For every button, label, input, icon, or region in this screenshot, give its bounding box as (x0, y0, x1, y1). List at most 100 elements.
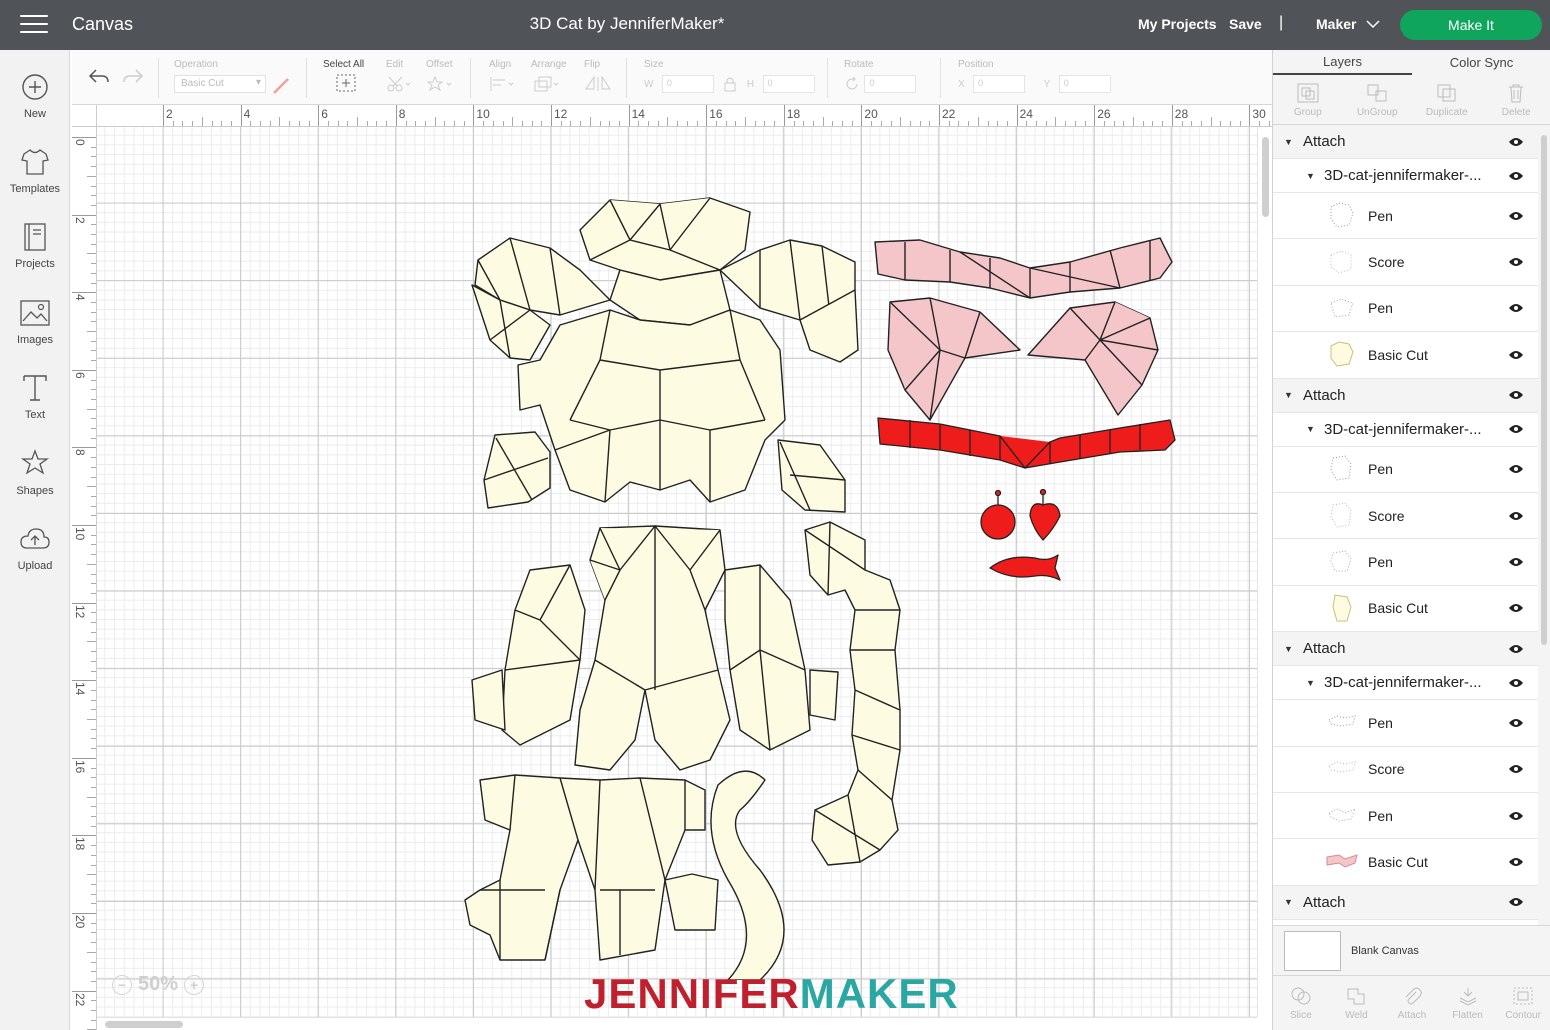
cat-pattern-artwork[interactable] (460, 190, 1180, 980)
visibility-eye-icon[interactable] (1508, 464, 1524, 474)
duplicate-button[interactable]: Duplicate (1412, 75, 1482, 124)
my-projects-button[interactable]: My Projects (1138, 16, 1217, 32)
align-group[interactable]: Align (489, 59, 517, 98)
linetype-color-icon[interactable] (272, 77, 290, 95)
visibility-eye-icon[interactable] (1508, 257, 1524, 267)
visibility-eye-icon[interactable] (1508, 171, 1524, 181)
red-pieces[interactable] (877, 417, 1176, 581)
collapse-triangle-icon[interactable]: ▼ (1306, 171, 1315, 181)
layer-item-row[interactable]: Pen (1273, 193, 1538, 240)
layer-item-row[interactable]: Score (1273, 747, 1538, 793)
sidebar-item-label: Text (24, 409, 46, 421)
visibility-eye-icon[interactable] (1508, 857, 1524, 867)
visibility-eye-icon[interactable] (1508, 644, 1524, 654)
attach-button[interactable]: Attach (1384, 976, 1440, 1030)
layer-group-row[interactable]: ▼ Attach (1273, 125, 1538, 159)
visibility-eye-icon[interactable] (1508, 424, 1524, 434)
visibility-eye-icon[interactable] (1508, 557, 1524, 567)
height-input[interactable]: 0 (762, 75, 815, 93)
offset-group[interactable]: Offset (426, 59, 454, 98)
layer-item-row[interactable]: Basic Cut (1273, 586, 1538, 633)
sidebar-item-upload[interactable]: Upload (0, 522, 70, 592)
layer-group-row[interactable]: ▼ Attach (1273, 378, 1538, 413)
position-y-input[interactable]: 0 (1058, 75, 1111, 93)
pink-pieces[interactable] (874, 237, 1173, 421)
layer-item-row[interactable]: Pen (1273, 539, 1538, 586)
flatten-button[interactable]: Flatten (1440, 976, 1496, 1030)
visibility-eye-icon[interactable] (1508, 350, 1524, 360)
visibility-eye-icon[interactable] (1508, 137, 1524, 147)
slice-button[interactable]: Slice (1273, 976, 1329, 1030)
layer-file-row[interactable]: ▼ 3D-cat-jennifermaker-... (1273, 413, 1538, 447)
visibility-eye-icon[interactable] (1508, 390, 1524, 400)
collapse-triangle-icon[interactable]: ▼ (1284, 644, 1293, 654)
scroll-thumb[interactable] (1262, 137, 1269, 217)
operation-select[interactable]: Basic Cut (174, 75, 266, 93)
scroll-thumb[interactable] (1541, 135, 1547, 645)
tab-layers[interactable]: Layers (1273, 50, 1412, 75)
visibility-eye-icon[interactable] (1508, 303, 1524, 313)
machine-select[interactable]: Maker (1316, 16, 1380, 32)
layer-item-row[interactable]: Pen (1273, 700, 1538, 747)
tab-color-sync[interactable]: Color Sync (1412, 50, 1550, 75)
group-button[interactable]: Group (1273, 75, 1343, 124)
undo-icon[interactable] (88, 68, 110, 84)
layer-file-row[interactable]: ▼ 3D-cat-jennifermaker-... (1273, 159, 1538, 193)
collapse-triangle-icon[interactable]: ▼ (1306, 678, 1315, 688)
layer-item-row[interactable]: Pen (1273, 793, 1538, 840)
collapse-triangle-icon[interactable]: ▼ (1284, 390, 1293, 400)
contour-button[interactable]: Contour (1495, 976, 1550, 1030)
sidebar-item-shapes[interactable]: Shapes (0, 447, 70, 517)
select-all-group[interactable]: Select All (323, 59, 364, 97)
layer-group-row[interactable]: ▼ Attach (1273, 632, 1538, 667)
make-it-button[interactable]: Make It (1400, 10, 1542, 40)
sidebar-item-text[interactable]: Text (0, 371, 70, 441)
visibility-eye-icon[interactable] (1508, 603, 1524, 613)
layers-scrollbar[interactable] (1538, 125, 1550, 925)
layer-item-row[interactable]: Basic Cut (1273, 332, 1538, 379)
zoom-in-button[interactable]: + (184, 974, 205, 995)
canvas-horizontal-scrollbar[interactable] (97, 1017, 1257, 1030)
blank-canvas-swatch[interactable] (1284, 931, 1341, 971)
visibility-eye-icon[interactable] (1508, 897, 1524, 907)
cream-pieces[interactable] (464, 197, 901, 980)
ruler-tick (87, 331, 96, 332)
position-x-input[interactable]: 0 (973, 75, 1026, 93)
layer-item-row[interactable]: Basic Cut (1273, 839, 1538, 886)
sidebar-item-templates[interactable]: Templates (0, 145, 70, 215)
redo-icon[interactable] (122, 68, 144, 84)
layer-item-row[interactable]: Score (1273, 493, 1538, 540)
layer-group-row[interactable]: ▼ Attach (1273, 885, 1538, 920)
ungroup-button[interactable]: UnGroup (1343, 75, 1413, 124)
layer-item-row[interactable]: Pen (1273, 447, 1538, 493)
sidebar-item-images[interactable]: Images (0, 296, 70, 366)
sidebar-item-projects[interactable]: Projects (0, 220, 70, 290)
delete-button[interactable]: Delete (1482, 75, 1550, 124)
collapse-triangle-icon[interactable]: ▼ (1284, 897, 1293, 907)
visibility-eye-icon[interactable] (1508, 811, 1524, 821)
visibility-eye-icon[interactable] (1508, 764, 1524, 774)
zoom-out-button[interactable]: − (112, 974, 132, 995)
layer-file-row[interactable]: ▼ 3D-cat-jennifermaker-... (1273, 666, 1538, 701)
rotate-input[interactable]: 0 (864, 75, 917, 93)
scroll-thumb[interactable] (105, 1021, 183, 1028)
visibility-eye-icon[interactable] (1508, 678, 1524, 688)
visibility-eye-icon[interactable] (1508, 511, 1524, 521)
visibility-eye-icon[interactable] (1508, 718, 1524, 728)
collapse-triangle-icon[interactable]: ▼ (1306, 424, 1315, 434)
lock-icon[interactable] (724, 76, 736, 92)
visibility-eye-icon[interactable] (1508, 211, 1524, 221)
layer-item-row[interactable]: Pen (1273, 286, 1538, 333)
weld-button[interactable]: Weld (1329, 976, 1385, 1030)
arrange-group[interactable]: Arrange (531, 59, 567, 98)
edit-group[interactable]: Edit (386, 59, 412, 98)
sidebar-item-new[interactable]: New (0, 70, 70, 140)
width-input[interactable]: 0 (661, 75, 714, 93)
ruler-tick (91, 816, 96, 817)
collapse-triangle-icon[interactable]: ▼ (1284, 137, 1293, 147)
save-button[interactable]: Save (1229, 16, 1262, 32)
canvas-vertical-scrollbar[interactable] (1257, 127, 1272, 1017)
blank-canvas-row[interactable]: Blank Canvas (1273, 925, 1550, 975)
layer-item-row[interactable]: Score (1273, 239, 1538, 286)
flip-group[interactable]: Flip (584, 59, 612, 98)
